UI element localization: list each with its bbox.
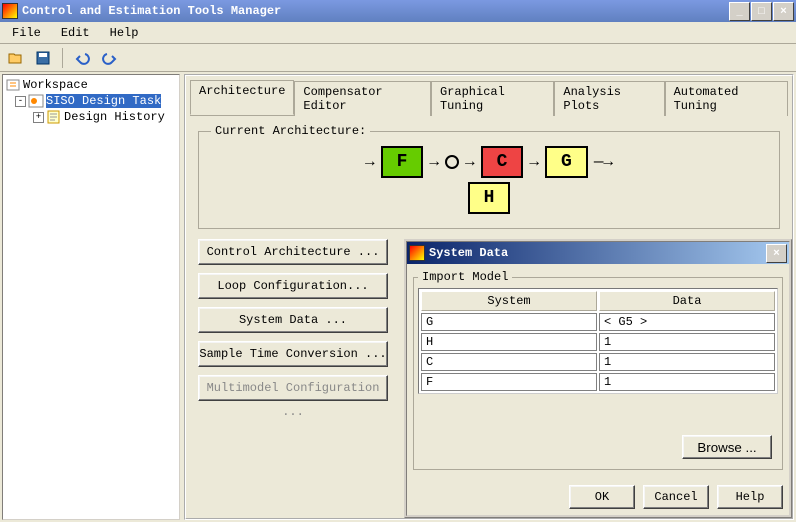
tab-compensator-editor[interactable]: Compensator Editor [294, 81, 431, 116]
cell-data[interactable]: 1 [599, 333, 775, 351]
table-row[interactable]: H 1 [421, 333, 775, 351]
tree-collapse-icon[interactable]: - [15, 96, 26, 107]
summing-junction [445, 155, 459, 169]
tree-item-siso-task[interactable]: - SISO Design Task [5, 93, 177, 109]
menu-file[interactable]: File [4, 24, 49, 42]
cell-system[interactable]: C [421, 353, 597, 371]
tabs: Architecture Compensator Editor Graphica… [190, 80, 788, 116]
arrow-icon: —→ [594, 153, 613, 171]
block-H: H [468, 182, 511, 214]
cell-system[interactable]: H [421, 333, 597, 351]
cell-data[interactable]: < G5 > [599, 313, 775, 331]
tab-graphical-tuning[interactable]: Graphical Tuning [431, 81, 554, 116]
help-button[interactable]: Help [717, 485, 783, 509]
window-titlebar: Control and Estimation Tools Manager _ □… [0, 0, 796, 22]
tree-expand-icon[interactable]: + [33, 112, 44, 123]
column-header-data[interactable]: Data [599, 291, 775, 311]
sample-time-conversion-button[interactable]: Sample Time Conversion ... [198, 341, 388, 367]
column-header-system[interactable]: System [421, 291, 597, 311]
history-icon [46, 110, 62, 124]
dialog-icon [409, 245, 425, 261]
tab-automated-tuning[interactable]: Automated Tuning [665, 81, 788, 116]
cancel-button[interactable]: Cancel [643, 485, 709, 509]
block-C: C [481, 146, 524, 178]
menubar: File Edit Help [0, 22, 796, 44]
loop-configuration-button[interactable]: Loop Configuration... [198, 273, 388, 299]
workspace-icon [5, 78, 21, 92]
tab-analysis-plots[interactable]: Analysis Plots [554, 81, 664, 116]
tree-item-siso-label: SISO Design Task [46, 94, 161, 108]
block-G: G [545, 146, 588, 178]
cell-data[interactable]: 1 [599, 353, 775, 371]
browse-button[interactable]: Browse ... [682, 435, 772, 459]
maximize-button[interactable]: □ [751, 2, 772, 21]
dialog-title: System Data [429, 246, 766, 260]
block-F: F [381, 146, 424, 178]
tree-root-label: Workspace [23, 78, 88, 92]
system-data-button[interactable]: System Data ... [198, 307, 388, 333]
table-row[interactable]: G < G5 > [421, 313, 775, 331]
cell-data[interactable]: 1 [599, 373, 775, 391]
block-diagram: → F → → C → G —→ H [365, 146, 613, 214]
system-data-dialog: System Data × Import Model System Data G… [404, 239, 792, 518]
menu-help[interactable]: Help [102, 24, 147, 42]
tab-architecture[interactable]: Architecture [190, 80, 294, 115]
dialog-close-button[interactable]: × [766, 244, 787, 263]
arrow-icon: → [365, 153, 375, 171]
open-icon[interactable] [4, 47, 26, 69]
current-architecture-fieldset: Current Architecture: → F → → C → G —→ [198, 124, 780, 229]
arrow-icon: → [529, 153, 539, 171]
undo-icon[interactable] [71, 47, 93, 69]
tree-item-history[interactable]: + Design History [5, 109, 177, 125]
import-model-table[interactable]: System Data G < G5 > H 1 C 1 F 1 [418, 288, 778, 394]
close-button[interactable]: × [773, 2, 794, 21]
toolbar [0, 44, 796, 72]
dialog-buttons: OK Cancel Help [407, 479, 789, 515]
cell-system[interactable]: F [421, 373, 597, 391]
arrow-icon: → [465, 153, 475, 171]
menu-edit[interactable]: Edit [53, 24, 98, 42]
current-architecture-legend: Current Architecture: [211, 124, 370, 138]
architecture-buttons-column: Control Architecture ... Loop Configurat… [198, 239, 388, 409]
table-row[interactable]: F 1 [421, 373, 775, 391]
siso-task-icon [28, 94, 44, 108]
workspace-tree[interactable]: Workspace - SISO Design Task + Design Hi… [2, 74, 180, 520]
minimize-button[interactable]: _ [729, 2, 750, 21]
ok-button[interactable]: OK [569, 485, 635, 509]
cell-system[interactable]: G [421, 313, 597, 331]
window-title: Control and Estimation Tools Manager [22, 4, 729, 18]
tree-root-workspace[interactable]: Workspace [5, 77, 177, 93]
arrow-icon: → [429, 153, 439, 171]
multimodel-configuration-button: Multimodel Configuration ... [198, 375, 388, 401]
tree-item-history-label: Design History [64, 110, 165, 124]
table-row[interactable]: C 1 [421, 353, 775, 371]
app-icon [2, 3, 18, 19]
control-architecture-button[interactable]: Control Architecture ... [198, 239, 388, 265]
dialog-titlebar: System Data × [407, 242, 789, 264]
toolbar-separator [62, 48, 63, 68]
import-model-fieldset: Import Model System Data G < G5 > H 1 C … [413, 270, 783, 470]
import-model-legend: Import Model [418, 270, 512, 284]
redo-icon[interactable] [99, 47, 121, 69]
save-icon[interactable] [32, 47, 54, 69]
